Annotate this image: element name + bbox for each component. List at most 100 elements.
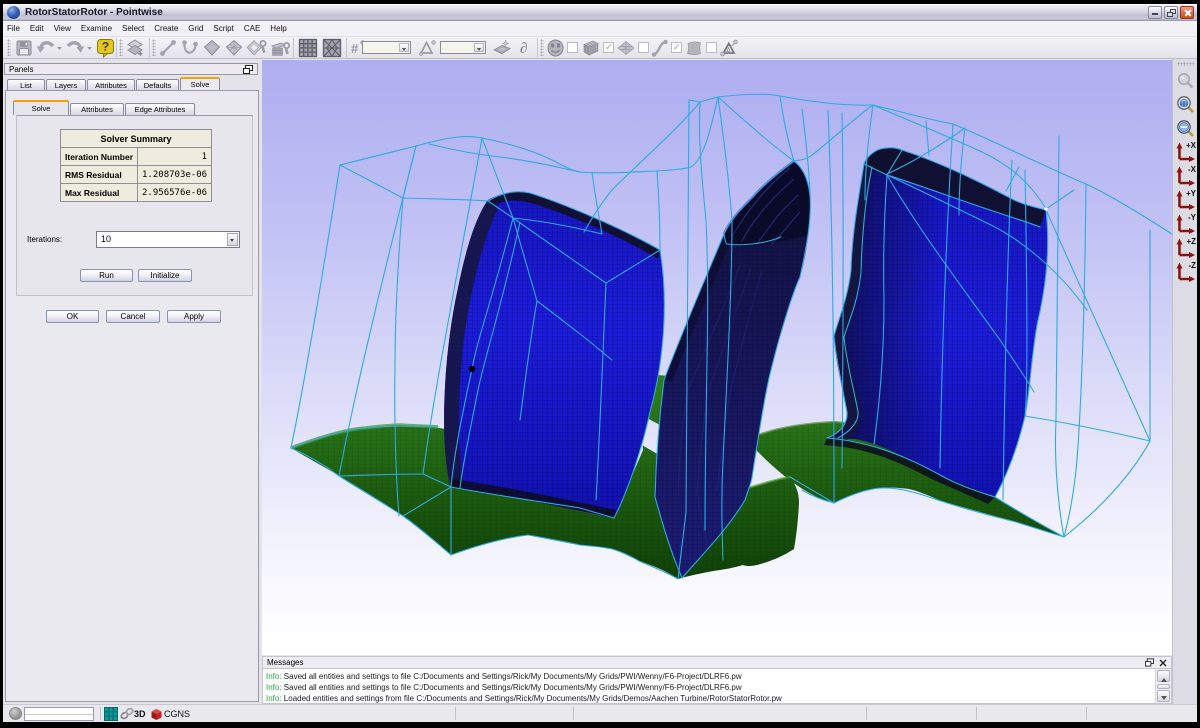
- axis-label: +Z: [1186, 237, 1196, 246]
- block-icon[interactable]: [581, 37, 601, 58]
- toolbar-grip[interactable]: [7, 39, 11, 56]
- table-row: RMS Residual 1.208703e-06: [61, 166, 212, 184]
- axis-label: +Y: [1186, 189, 1196, 198]
- connector-visibility-checkbox[interactable]: [671, 42, 682, 53]
- axis-label: -X: [1188, 165, 1196, 174]
- view-minus-x-button[interactable]: -X: [1173, 164, 1197, 188]
- messages-scrollbar[interactable]: [1155, 669, 1171, 703]
- menu-file[interactable]: File: [3, 23, 24, 34]
- menu-grid[interactable]: Grid: [184, 23, 207, 34]
- axis-label: -Z: [1188, 261, 1196, 270]
- list-item[interactable]: Info: Saved all entities and settings to…: [263, 682, 1171, 693]
- toolbar-grip[interactable]: [540, 39, 544, 56]
- iterations-spin-button[interactable]: [227, 233, 238, 246]
- view-plus-z-button[interactable]: +Z: [1173, 236, 1197, 260]
- help-icon[interactable]: ?: [96, 37, 115, 58]
- zoom-fit-icon[interactable]: [1173, 92, 1197, 116]
- combo-arrow-icon[interactable]: [474, 43, 484, 52]
- domain-toggle-icon[interactable]: [616, 37, 636, 58]
- minimize-button[interactable]: [1148, 6, 1162, 19]
- scroll-thumb[interactable]: [1157, 684, 1170, 689]
- undo-dropdown-icon[interactable]: [56, 37, 63, 58]
- view-minus-y-button[interactable]: -Y: [1173, 212, 1197, 236]
- spacing-icon[interactable]: [418, 37, 437, 58]
- solve-block-icon[interactable]: [269, 37, 291, 58]
- layers-icon[interactable]: [125, 37, 146, 58]
- connector-toggle-icon[interactable]: [650, 37, 669, 58]
- list-item[interactable]: Info: Saved all entities and settings to…: [263, 671, 1171, 682]
- create-mesh-domain-icon[interactable]: [224, 37, 244, 58]
- menu-examine[interactable]: Examine: [77, 23, 116, 34]
- spacing-combo[interactable]: [440, 41, 486, 54]
- menu-help[interactable]: Help: [266, 23, 290, 34]
- iterations-input[interactable]: 10: [96, 231, 240, 248]
- ok-button[interactable]: OK: [46, 310, 99, 323]
- tab-attributes[interactable]: Attributes: [87, 79, 135, 90]
- float-messages-icon[interactable]: [1145, 658, 1154, 667]
- initialize-button[interactable]: Initialize: [138, 269, 192, 282]
- menu-view[interactable]: View: [50, 23, 75, 34]
- close-button[interactable]: [1180, 6, 1194, 19]
- subtab-attributes[interactable]: Attributes: [70, 103, 124, 115]
- redo-icon[interactable]: [65, 37, 86, 58]
- tab-defaults[interactable]: Defaults: [136, 79, 179, 90]
- domain-visibility-checkbox[interactable]: [638, 42, 649, 53]
- menu-cae[interactable]: CAE: [240, 23, 264, 34]
- view-minus-z-button[interactable]: -Z: [1173, 260, 1197, 284]
- create-domain-icon[interactable]: [202, 37, 222, 58]
- row-label: Max Residual: [61, 184, 138, 202]
- cancel-button[interactable]: Cancel: [106, 310, 160, 323]
- block-visibility-checkbox[interactable]: [603, 42, 614, 53]
- viewport-3d[interactable]: [262, 60, 1172, 655]
- create-curve-icon[interactable]: [180, 37, 200, 58]
- run-button[interactable]: Run: [80, 269, 133, 282]
- tab-layers[interactable]: Layers: [46, 79, 86, 90]
- derivative-icon[interactable]: ∂: [517, 37, 533, 58]
- menu-create[interactable]: Create: [150, 23, 182, 34]
- combo-arrow-icon[interactable]: [399, 43, 409, 52]
- undo-icon[interactable]: [35, 37, 56, 58]
- save-icon[interactable]: [14, 37, 34, 58]
- pointwise-logo-icon: [7, 6, 20, 19]
- dimension-combo[interactable]: [362, 41, 411, 54]
- table-row: Iteration Number 1: [61, 148, 212, 166]
- view-toolbar-grip[interactable]: [1177, 62, 1194, 66]
- zoom-icon[interactable]: [1173, 68, 1197, 92]
- subtab-solve[interactable]: Solve: [13, 100, 69, 115]
- view-plus-x-button[interactable]: +X: [1173, 140, 1197, 164]
- database-toggle-icon[interactable]: [684, 37, 704, 58]
- structured-grid-icon[interactable]: [297, 37, 319, 58]
- mask-visibility-checkbox[interactable]: [567, 42, 578, 53]
- unstructured-grid-icon[interactable]: [321, 37, 343, 58]
- toolbar-grip[interactable]: [119, 39, 123, 56]
- list-item[interactable]: Info: Loaded entities and settings from …: [263, 693, 1171, 704]
- database-visibility-checkbox[interactable]: [706, 42, 717, 53]
- solve-domain-icon[interactable]: [246, 37, 268, 58]
- spacing-toggle-icon[interactable]: Δ: [719, 37, 740, 58]
- tab-solve[interactable]: Solve: [180, 77, 220, 90]
- scroll-down-icon[interactable]: [1157, 690, 1170, 702]
- tab-list[interactable]: List: [7, 79, 45, 90]
- menu-select[interactable]: Select: [118, 23, 148, 34]
- zoom-out-icon[interactable]: [1173, 116, 1197, 140]
- create-connector-icon[interactable]: [158, 37, 178, 58]
- scroll-up-icon[interactable]: [1157, 670, 1170, 682]
- mask-icon[interactable]: [546, 37, 565, 58]
- svg-text:#: #: [351, 41, 359, 56]
- subtab-edge-attributes[interactable]: Edge Attributes: [125, 103, 195, 115]
- view-plus-y-button[interactable]: +Y: [1173, 188, 1197, 212]
- apply-button[interactable]: Apply: [167, 310, 221, 323]
- float-panel-icon[interactable]: [243, 65, 253, 74]
- dimension-mode-label: 3D: [134, 705, 146, 722]
- menu-script[interactable]: Script: [209, 23, 237, 34]
- project-icon[interactable]: [491, 37, 513, 58]
- toolbar-grip[interactable]: [152, 39, 156, 56]
- close-messages-icon[interactable]: [1159, 659, 1167, 667]
- title-bar[interactable]: RotorStatorRotor - Pointwise: [3, 4, 1197, 21]
- redo-dropdown-icon[interactable]: [86, 37, 93, 58]
- selected-point[interactable]: [469, 366, 475, 372]
- toolbar-separator: [149, 38, 150, 57]
- status-separator: [866, 707, 867, 720]
- restore-button[interactable]: [1164, 6, 1178, 19]
- menu-edit[interactable]: Edit: [26, 23, 48, 34]
